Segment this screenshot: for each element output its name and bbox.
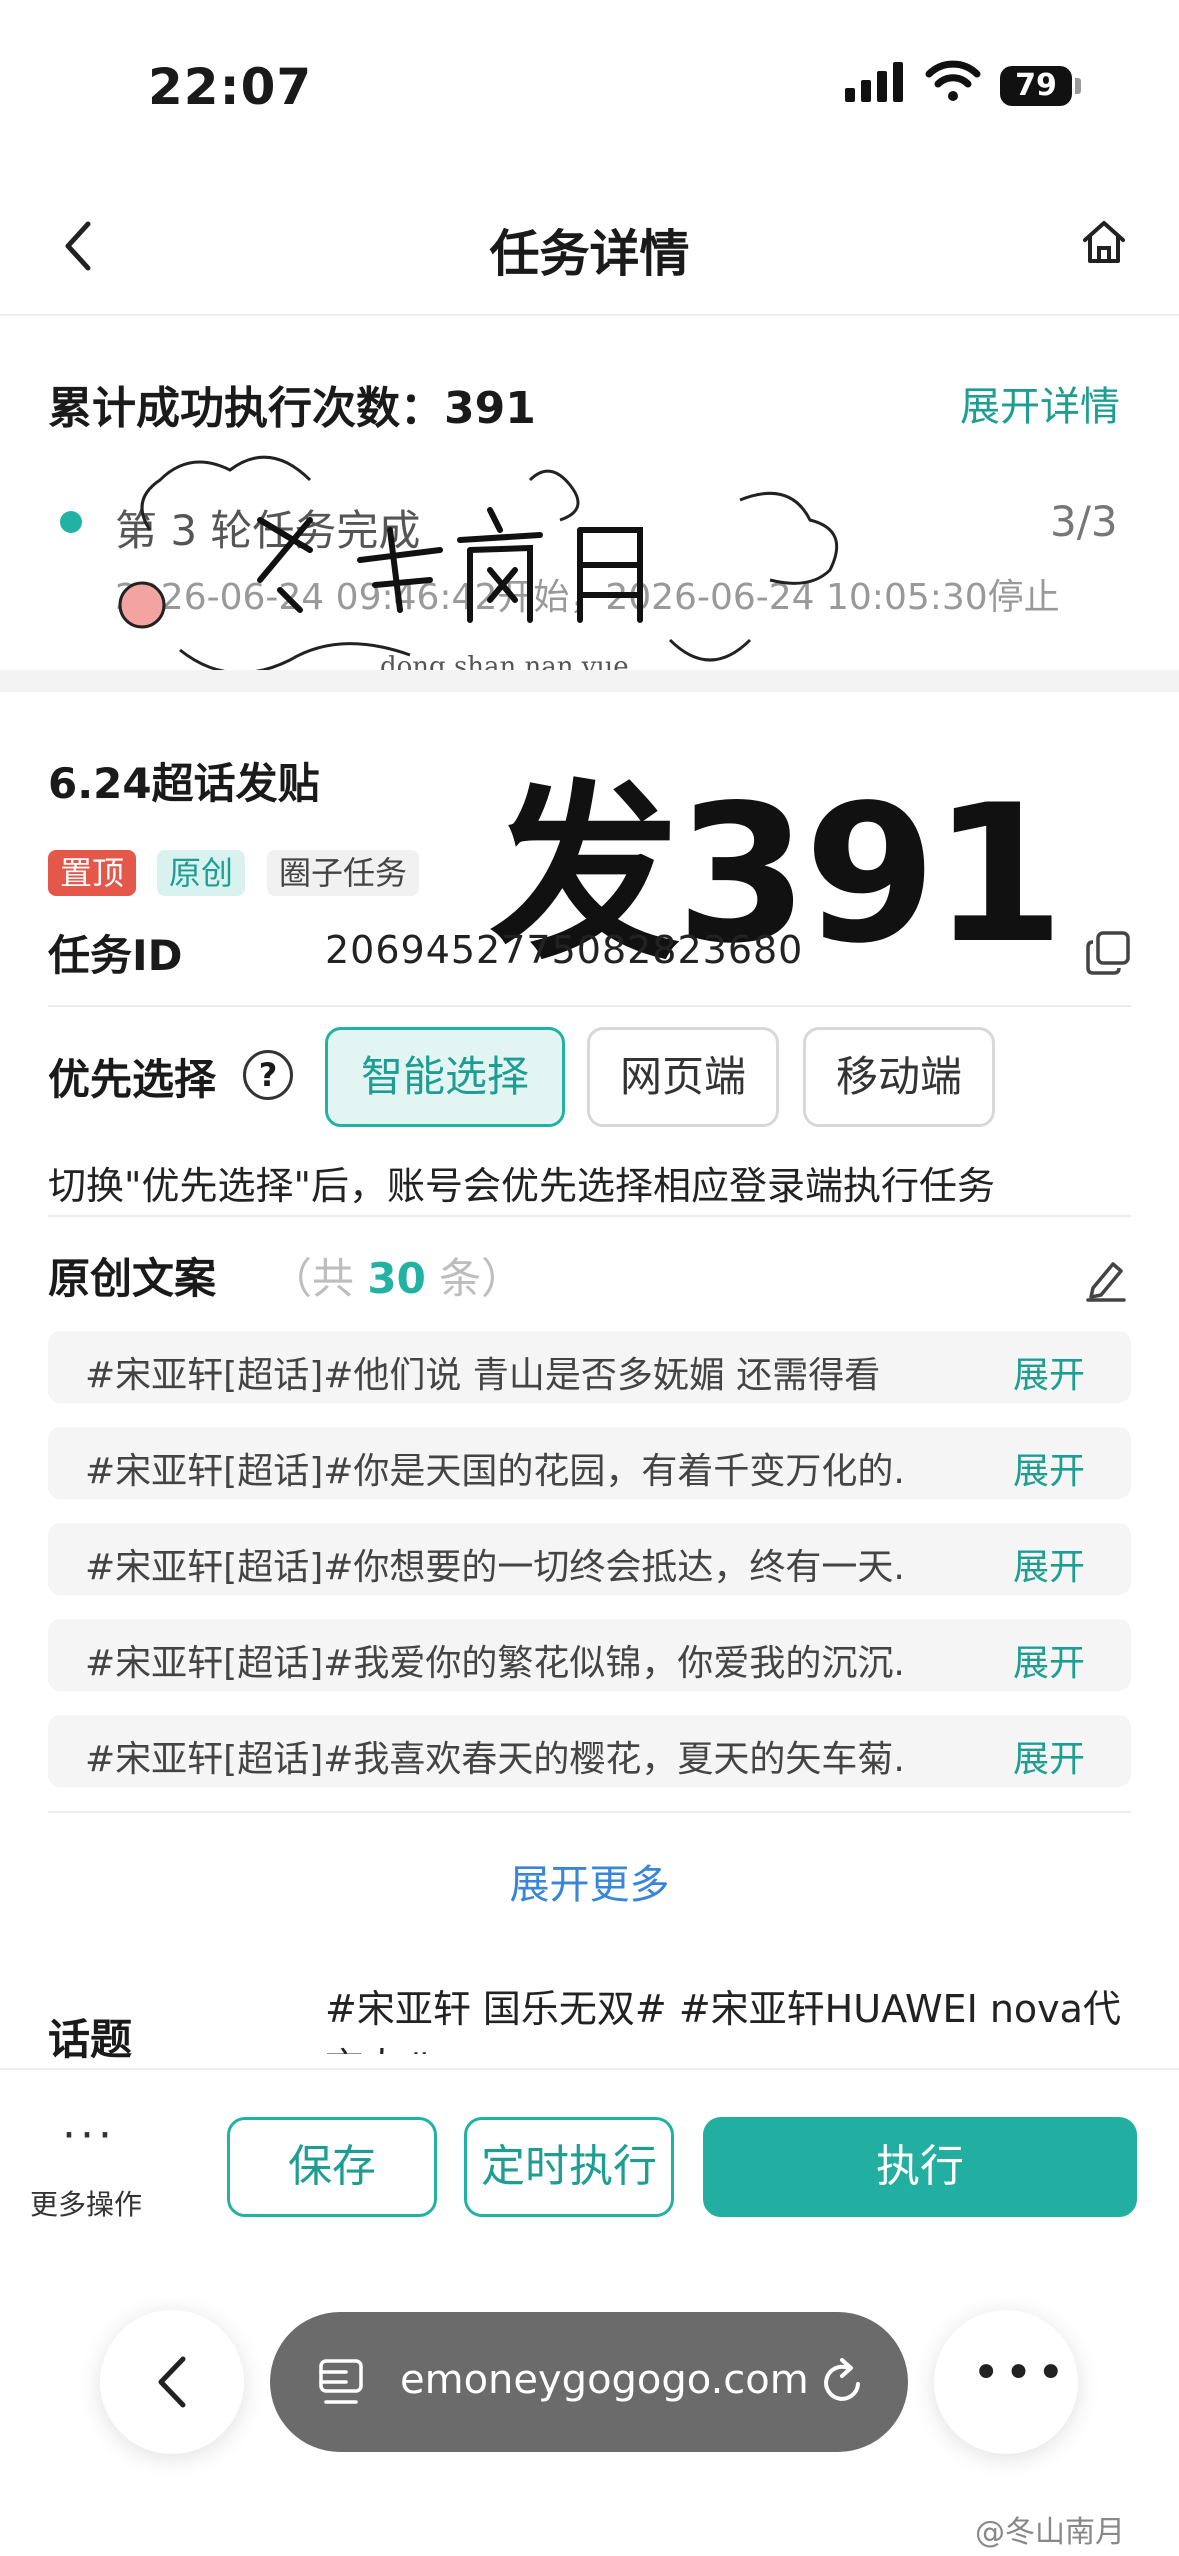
copy-item-text: #宋亚轩[超话]#我爱你的繁花似锦，你爱我的沉沉. [85, 1643, 905, 1684]
success-count-label: 累计成功执行次数：391 [48, 383, 536, 434]
copies-count-number: 30 [367, 1254, 426, 1303]
status-time: 22:07 [148, 58, 313, 116]
copy-icon[interactable] [1085, 930, 1131, 976]
copy-item-text: #宋亚轩[超话]#他们说 青山是否多妩媚 还需得看 [85, 1355, 881, 1396]
priority-label: 优先选择 [48, 1055, 217, 1104]
round-status-dot [60, 511, 82, 533]
task-name: 6.24超话发贴 [48, 759, 320, 808]
url-text: emoneygogogo.com [400, 2357, 809, 2403]
more-actions-icon[interactable]: ··· [62, 2110, 116, 2161]
copy-item-expand[interactable]: 展开 [1013, 1730, 1085, 1782]
copies-title: 原创文案 [48, 1254, 217, 1303]
home-icon[interactable] [1080, 218, 1128, 266]
priority-option-smart[interactable]: 智能选择 [325, 1027, 565, 1127]
copy-item-expand[interactable]: 展开 [1013, 1634, 1085, 1686]
expand-details-link[interactable]: 展开详情 [960, 374, 1120, 432]
copy-item-expand[interactable]: 展开 [1013, 1442, 1085, 1494]
expand-more-link[interactable]: 展开更多 [0, 1852, 1179, 1910]
browser-back-icon [158, 2356, 186, 2408]
copy-item-text: #宋亚轩[超话]#你想要的一切终会抵达，终有一天. [85, 1547, 905, 1588]
help-icon[interactable]: ? [243, 1050, 293, 1100]
more-actions-label[interactable]: 更多操作 [30, 2183, 142, 2223]
save-button[interactable]: 保存 [227, 2117, 437, 2217]
divider [48, 1005, 1131, 1007]
priority-option-web[interactable]: 网页端 [587, 1027, 779, 1127]
copy-item-expand[interactable]: 展开 [1013, 1538, 1085, 1590]
priority-option-mobile[interactable]: 移动端 [803, 1027, 995, 1127]
tag-original: 原创 [157, 850, 246, 896]
page-title: 任务详情 [489, 225, 690, 283]
edit-pencil-icon[interactable] [1085, 1258, 1127, 1302]
execute-button[interactable]: 执行 [703, 2117, 1137, 2217]
copy-item-text: #宋亚轩[超话]#你是天国的花园，有着千变万化的. [85, 1451, 905, 1492]
divider [48, 1811, 1131, 1813]
more-dots-icon: ••• [972, 2345, 1069, 2401]
divider [48, 1215, 1131, 1217]
topic-value: #宋亚轩 国乐无双# #宋亚轩HUAWEI nova代言人# [325, 1987, 1121, 2054]
tag-circle-task: 圈子任务 [267, 850, 420, 896]
reload-icon[interactable] [818, 2356, 866, 2408]
round-count: 3/3 [1050, 497, 1118, 546]
section-divider [0, 670, 1179, 692]
tabs-icon[interactable] [318, 2358, 364, 2406]
task-id-label: 任务ID [48, 931, 183, 980]
schedule-button[interactable]: 定时执行 [464, 2117, 674, 2217]
watermark-credit: @冬山南月 [975, 2515, 1125, 2550]
copies-count: （共 30 条） [270, 1254, 524, 1303]
priority-hint: 切换"优先选择"后，账号会优先选择相应登录端执行任务 [48, 1164, 995, 1208]
task-id-value: 2069452775082823680 [325, 928, 804, 972]
tag-pinned: 置顶 [48, 850, 137, 896]
copy-item-text: #宋亚轩[超话]#我喜欢春天的樱花，夏天的矢车菊. [85, 1739, 905, 1780]
topic-label: 话题 [48, 2015, 133, 2064]
cellular-signal-icon [845, 62, 903, 102]
battery-cap [1075, 78, 1081, 94]
wifi-icon [925, 60, 981, 101]
copy-item-expand[interactable]: 展开 [1013, 1346, 1085, 1398]
battery-indicator: 79 [1000, 66, 1072, 106]
